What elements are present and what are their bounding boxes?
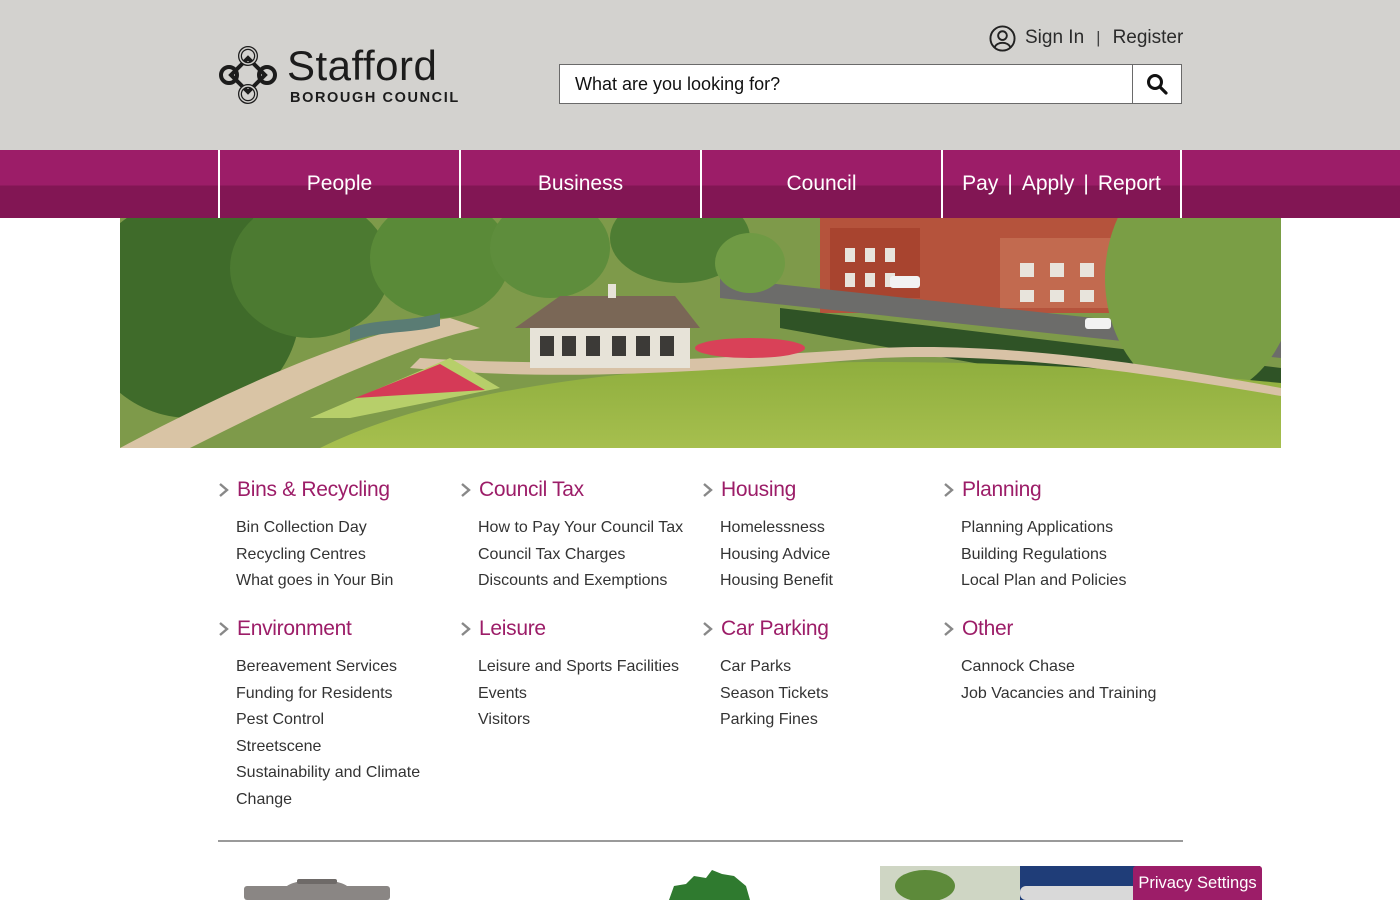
logo-name: Stafford bbox=[287, 41, 438, 89]
nav-separator: | bbox=[1007, 172, 1013, 195]
knot-logo-icon bbox=[219, 46, 277, 104]
category-link[interactable]: Bin Collection Day bbox=[236, 515, 453, 542]
council-logo[interactable]: Stafford BOROUGH COUNCIL bbox=[217, 44, 460, 106]
category-link[interactable]: Planning Applications bbox=[961, 515, 1178, 542]
category-link[interactable]: Season Tickets bbox=[720, 681, 937, 708]
account-separator: | bbox=[1096, 28, 1101, 47]
category-leisure: Leisure Leisure and Sports Facilities Ev… bbox=[460, 614, 695, 734]
category-link[interactable]: What goes in Your Bin bbox=[236, 568, 453, 595]
category-link[interactable]: Cannock Chase bbox=[961, 654, 1178, 681]
category-title[interactable]: Planning bbox=[962, 478, 1042, 502]
category-environment: Environment Bereavement Services Funding… bbox=[218, 614, 453, 814]
category-planning: Planning Planning Applications Building … bbox=[943, 475, 1178, 595]
category-link[interactable]: Council Tax Charges bbox=[478, 542, 695, 569]
nav-report[interactable]: Report bbox=[1098, 172, 1161, 196]
category-link[interactable]: Visitors bbox=[478, 707, 695, 734]
category-link[interactable]: How to Pay Your Council Tax bbox=[478, 515, 695, 542]
chevron-right-icon bbox=[219, 622, 229, 636]
borough-map-illustration[interactable] bbox=[664, 868, 754, 900]
nav-separator: | bbox=[1083, 172, 1089, 195]
category-car-parking: Car Parking Car Parks Season Tickets Par… bbox=[702, 614, 937, 734]
category-link[interactable]: Housing Advice bbox=[720, 542, 937, 569]
chevron-right-icon bbox=[703, 622, 713, 636]
category-council-tax: Council Tax How to Pay Your Council Tax … bbox=[460, 475, 695, 595]
chevron-right-icon bbox=[461, 483, 471, 497]
category-link[interactable]: Job Vacancies and Training bbox=[961, 681, 1178, 708]
bin-illustration[interactable] bbox=[242, 876, 392, 900]
category-link[interactable]: Bereavement Services bbox=[236, 654, 453, 681]
nav-people[interactable]: People bbox=[218, 150, 459, 218]
category-link[interactable]: Building Regulations bbox=[961, 542, 1178, 569]
category-title[interactable]: Council Tax bbox=[479, 478, 584, 502]
category-link[interactable]: Discounts and Exemptions bbox=[478, 568, 695, 595]
logo-subtitle: BOROUGH COUNCIL bbox=[290, 89, 460, 106]
chevron-right-icon bbox=[703, 483, 713, 497]
search-icon bbox=[1147, 74, 1168, 95]
category-link[interactable]: Recycling Centres bbox=[236, 542, 453, 569]
category-title[interactable]: Housing bbox=[721, 478, 796, 502]
category-title[interactable]: Bins & Recycling bbox=[237, 478, 390, 502]
site-header: Stafford BOROUGH COUNCIL Sign In | Regis… bbox=[0, 0, 1400, 150]
category-link[interactable]: Homelessness bbox=[720, 515, 937, 542]
category-link[interactable]: Funding for Residents bbox=[236, 681, 453, 708]
category-housing: Housing Homelessness Housing Advice Hous… bbox=[702, 475, 937, 595]
nav-business[interactable]: Business bbox=[459, 150, 700, 218]
nav-council[interactable]: Council bbox=[700, 150, 941, 218]
user-circle-icon[interactable] bbox=[989, 24, 1016, 52]
chevron-right-icon bbox=[461, 622, 471, 636]
category-link[interactable]: Change bbox=[236, 787, 453, 814]
category-title[interactable]: Environment bbox=[237, 617, 352, 641]
category-bins-recycling: Bins & Recycling Bin Collection Day Recy… bbox=[218, 475, 453, 595]
nav-apply[interactable]: Apply bbox=[1022, 172, 1075, 196]
chevron-right-icon bbox=[219, 483, 229, 497]
category-link[interactable]: Parking Fines bbox=[720, 707, 937, 734]
main-nav: People Business Council Pay | Apply | Re… bbox=[0, 150, 1400, 218]
search-input[interactable] bbox=[560, 65, 1132, 103]
nav-pay[interactable]: Pay bbox=[962, 172, 998, 196]
privacy-settings-button[interactable]: Privacy Settings bbox=[1133, 866, 1262, 900]
category-link[interactable]: Leisure and Sports Facilities bbox=[478, 654, 695, 681]
sign-in-link[interactable]: Sign In bbox=[1025, 27, 1084, 49]
hero-image bbox=[120, 218, 1281, 448]
search-bar bbox=[559, 64, 1182, 104]
park-scene-image bbox=[120, 218, 1281, 448]
category-link[interactable]: Streetscene bbox=[236, 734, 453, 761]
chevron-right-icon bbox=[944, 483, 954, 497]
chevron-right-icon bbox=[944, 622, 954, 636]
category-title[interactable]: Car Parking bbox=[721, 617, 829, 641]
category-link[interactable]: Sustainability and Climate bbox=[236, 760, 453, 787]
category-other: Other Cannock Chase Job Vacancies and Tr… bbox=[943, 614, 1178, 707]
account-links: Sign In | Register bbox=[989, 24, 1183, 52]
category-title[interactable]: Other bbox=[962, 617, 1013, 641]
category-link[interactable]: Housing Benefit bbox=[720, 568, 937, 595]
category-link[interactable]: Events bbox=[478, 681, 695, 708]
category-link[interactable]: Pest Control bbox=[236, 707, 453, 734]
category-title[interactable]: Leisure bbox=[479, 617, 546, 641]
register-link[interactable]: Register bbox=[1113, 27, 1184, 49]
section-divider bbox=[218, 840, 1183, 842]
nav-pay-apply-report[interactable]: Pay | Apply | Report bbox=[941, 150, 1182, 218]
search-button[interactable] bbox=[1132, 65, 1181, 103]
category-link[interactable]: Local Plan and Policies bbox=[961, 568, 1178, 595]
category-link[interactable]: Car Parks bbox=[720, 654, 937, 681]
